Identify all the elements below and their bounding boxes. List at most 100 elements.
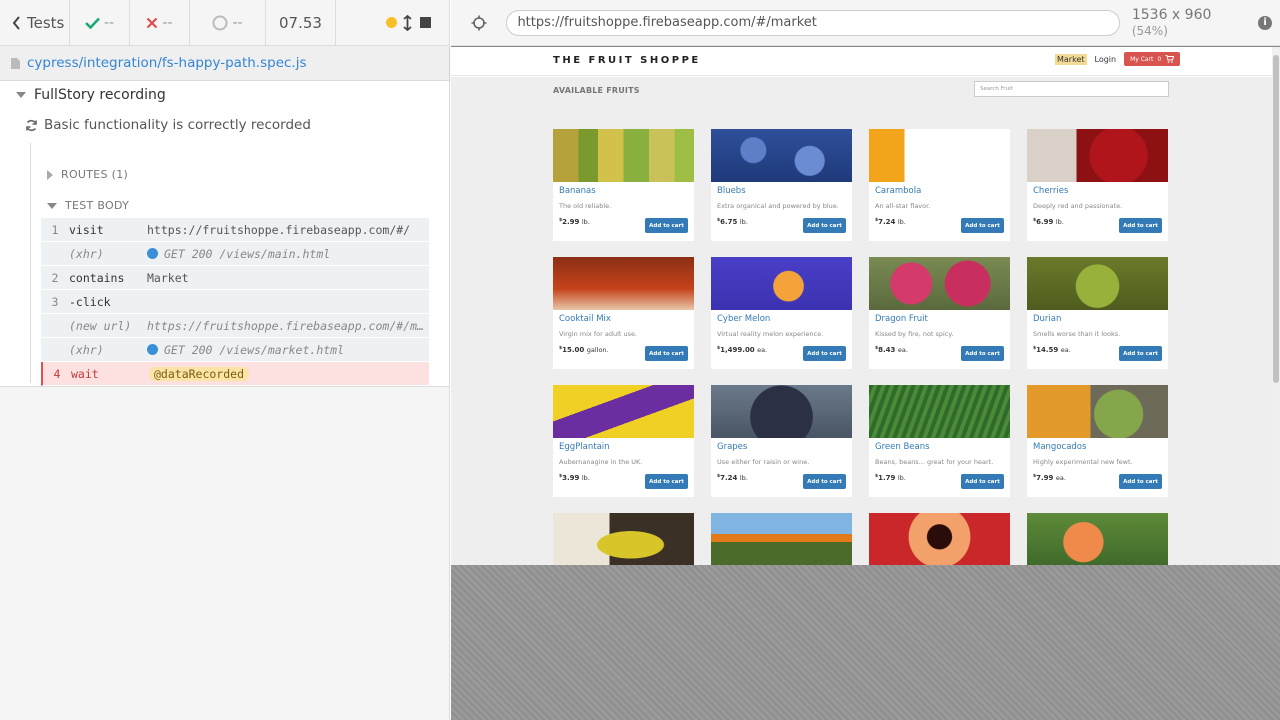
my-cart-button[interactable]: My Cart 0 <box>1124 52 1181 66</box>
fruit-name[interactable]: Bananas <box>559 186 596 196</box>
fruit-image <box>869 257 1010 310</box>
fruit-name[interactable]: Durian <box>1033 314 1061 324</box>
fruit-image <box>553 513 694 565</box>
price-value: 1,499.00 <box>720 346 755 354</box>
command-message-wrap: GET 200 /views/market.html <box>147 343 429 357</box>
fruit-name[interactable]: Cyber Melon <box>717 314 770 324</box>
test-body-toggle[interactable]: TEST BODY <box>47 199 129 212</box>
scrollbar-thumb[interactable] <box>1273 55 1279 383</box>
spec-file-path[interactable]: cypress/integration/fs-happy-path.spec.j… <box>27 55 307 71</box>
command-row[interactable]: (new url) https://fruitshoppe.firebaseap… <box>41 314 429 338</box>
fruit-name[interactable]: EggPlantain <box>559 442 610 452</box>
selector-playground-button[interactable] <box>459 15 498 31</box>
add-to-cart-button[interactable]: Add to cart <box>1119 346 1162 361</box>
fruit-card: Peaches <box>1027 513 1168 565</box>
fruit-description: Kissed by fire, not spicy. <box>875 330 954 338</box>
fruit-price: $2.99 lb. <box>559 218 590 226</box>
fruit-image <box>1027 513 1168 565</box>
fruit-price: $14.59 ea. <box>1033 346 1071 354</box>
fruit-card: Cherries Deeply red and passionate. $6.99 … <box>1027 129 1168 241</box>
tests-button[interactable]: Tests <box>0 0 70 45</box>
fruit-description: Virgin mix for adult use. <box>559 330 638 338</box>
price-unit: lb. <box>897 218 906 226</box>
fruit-name[interactable]: Cooktail Mix <box>559 314 611 324</box>
fruit-card: Carambola An all-star flavor. $7.24 lb. Add… <box>869 129 1010 241</box>
add-to-cart-button[interactable]: Add to cart <box>803 218 846 233</box>
add-to-cart-button[interactable]: Add to cart <box>645 218 688 233</box>
aut-url: https://fruitshoppe.firebaseapp.com/#/ma… <box>517 15 817 30</box>
file-icon <box>11 57 20 69</box>
fruit-name[interactable]: Bluebs <box>717 186 746 196</box>
add-to-cart-button[interactable]: Add to cart <box>1119 474 1162 489</box>
chevron-left-icon <box>12 15 20 30</box>
auto-scroll-arrows-icon <box>403 14 412 31</box>
fruit-name[interactable]: Cherries <box>1033 186 1068 196</box>
add-to-cart-button[interactable]: Add to cart <box>961 346 1004 361</box>
stop-icon[interactable] <box>420 17 431 28</box>
test-title-row[interactable]: Basic functionality is correctly recorde… <box>25 117 311 133</box>
fruit-name[interactable]: Green Beans <box>875 442 930 452</box>
command-row[interactable]: 1 visit https://fruitshoppe.firebaseapp.… <box>41 218 429 242</box>
fruit-card: Peacharines <box>869 513 1010 565</box>
fruit-price: $1.79 lb. <box>875 474 906 482</box>
fruit-card: Oranges de Florida <box>711 513 852 565</box>
shop-brand[interactable]: THE FRUIT SHOPPE <box>553 55 701 66</box>
fruit-name[interactable]: Carambola <box>875 186 921 196</box>
fruit-name[interactable]: Dragon Fruit <box>875 314 928 324</box>
failed-count: -- <box>162 14 173 31</box>
fruit-card: Dragon Fruit Kissed by fire, not spicy. $8… <box>869 257 1010 369</box>
command-row[interactable]: 3 -click <box>41 290 429 314</box>
price-value: 14.59 <box>1036 346 1059 354</box>
fruit-name[interactable]: Mangocados <box>1033 442 1086 452</box>
aut-empty-area <box>451 565 1280 720</box>
add-to-cart-button[interactable]: Add to cart <box>961 474 1004 489</box>
suite-title-row[interactable]: FullStory recording <box>16 87 166 103</box>
test-title: Basic functionality is correctly recorde… <box>44 117 311 133</box>
page-scrollbar[interactable] <box>1272 47 1280 565</box>
fruit-price: $8.43 ea. <box>875 346 908 354</box>
crosshair-icon <box>471 15 487 30</box>
failed-stat: -- <box>130 0 190 45</box>
command-row[interactable]: 2 contains Market <box>41 266 429 290</box>
add-to-cart-button[interactable]: Add to cart <box>803 346 846 361</box>
add-to-cart-button[interactable]: Add to cart <box>803 474 846 489</box>
command-row[interactable]: (xhr) GET 200 /views/market.html <box>41 338 429 362</box>
add-to-cart-button[interactable]: Add to cart <box>645 474 688 489</box>
fruit-card: EggPlantain Aubernanagine in the UK. $3.99… <box>553 385 694 497</box>
fruit-image <box>711 385 852 438</box>
add-to-cart-button[interactable]: Add to cart <box>645 346 688 361</box>
info-icon[interactable]: i <box>1258 15 1272 30</box>
auto-scroll-toggle[interactable] <box>386 14 412 31</box>
nav-login-link[interactable]: Login <box>1095 55 1117 64</box>
price-value: 15.00 <box>562 346 585 354</box>
routes-toggle[interactable]: ROUTES (1) <box>47 168 128 181</box>
command-row-failed[interactable]: 4 wait @dataRecorded <box>41 362 429 386</box>
run-controls <box>336 0 449 45</box>
add-to-cart-button[interactable]: Add to cart <box>1119 218 1162 233</box>
command-row[interactable]: (xhr) GET 200 /views/main.html <box>41 242 429 266</box>
fruit-card: One Pear <box>553 513 694 565</box>
fruit-card: Cyber Melon Virtual reality melon experie… <box>711 257 852 369</box>
price-unit: lb. <box>897 474 906 482</box>
shopping-cart-icon <box>1165 55 1175 63</box>
fruit-image <box>869 129 1010 182</box>
nav-market-link[interactable]: Market <box>1055 53 1087 65</box>
command-number: 1 <box>51 222 59 237</box>
aut-url-bar[interactable]: https://fruitshoppe.firebaseapp.com/#/ma… <box>506 9 1120 36</box>
price-value: 7.99 <box>1036 474 1054 482</box>
fruit-search-input[interactable]: Search Fruit <box>974 81 1169 97</box>
xhr-status-icon <box>147 343 158 355</box>
viewport-scale: (54%) <box>1131 23 1168 38</box>
test-body-label: TEST BODY <box>65 199 130 212</box>
command-name: -click <box>69 294 111 309</box>
fruit-price: $3.99 lb. <box>559 474 590 482</box>
viewport-info: 1536 x 960 (54%) <box>1132 7 1250 39</box>
cart-label: My Cart <box>1130 55 1154 63</box>
fruit-name[interactable]: Grapes <box>717 442 747 452</box>
cart-count: 0 <box>1157 55 1162 63</box>
fruit-description: Deeply red and passionate. <box>1033 202 1123 210</box>
fruit-image <box>553 129 694 182</box>
command-message-wrap: @dataRecorded <box>149 366 429 381</box>
add-to-cart-button[interactable]: Add to cart <box>961 218 1004 233</box>
command-name: (xhr) <box>69 342 104 357</box>
